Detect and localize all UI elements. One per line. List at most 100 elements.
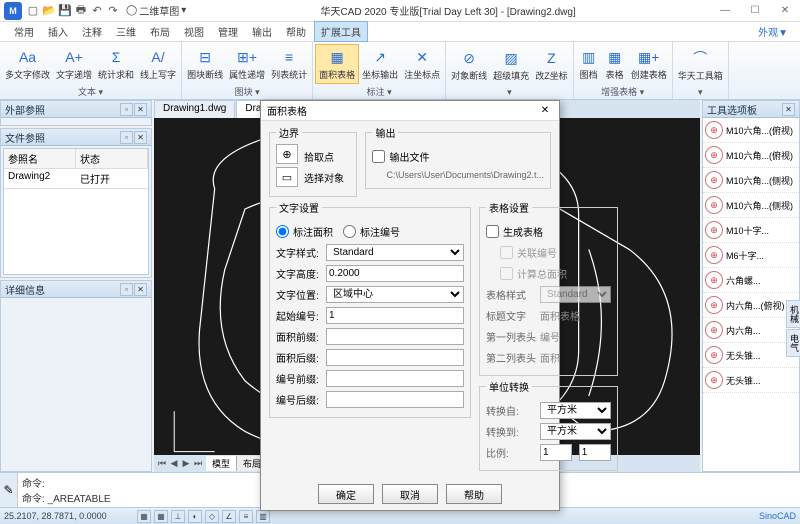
minimize-button[interactable]: — [710,0,740,22]
close-button[interactable]: ✕ [770,0,800,22]
menu-ext-tools[interactable]: 扩展工具 [314,21,368,42]
palette-item[interactable]: ⊕M10十字... [703,218,799,243]
panel-close-icon[interactable]: ✕ [134,131,147,144]
panel-btn[interactable]: ▫ [120,103,133,116]
ribbon-改Z坐标[interactable]: Z改Z坐标 [532,44,571,86]
osnap-toggle[interactable]: ◇ [205,510,219,523]
output-file-checkbox[interactable] [372,150,385,163]
panel-close-icon[interactable]: ✕ [134,283,147,296]
ribbon-列表统计[interactable]: ≡列表统计 [268,44,310,84]
dialog-close-icon[interactable]: ✕ [537,103,553,119]
ok-button[interactable]: 确定 [318,484,374,504]
palette-item[interactable]: ⊕内六角...(俯视) [703,293,799,318]
nav-first-icon[interactable]: ⏮ [156,458,168,469]
help-button[interactable]: 帮助 [446,484,502,504]
redo-icon[interactable]: ↷ [106,4,120,18]
label-area-radio[interactable] [276,225,289,238]
start-no-input[interactable] [326,307,464,324]
ratio-1-input[interactable] [540,444,572,461]
ribbon-线上写字[interactable]: A/线上写字 [137,44,179,84]
ribbon-属性递增[interactable]: ⊞+属性递增 [226,44,268,84]
menu-view[interactable]: 视图 [178,22,210,41]
palette-item[interactable]: ⊕M10六角...(俯视) [703,143,799,168]
print-icon[interactable]: 🖶 [74,4,88,18]
text-height-input[interactable] [326,265,464,282]
ribbon-对象断线[interactable]: ⊘对象断线 [448,44,490,86]
pick-point-button[interactable]: ⊕ [276,144,298,164]
ribbon-group-label[interactable]: 增强表格 ▾ [576,84,670,99]
nav-next-icon[interactable]: ▶ [180,458,192,469]
menu-layout[interactable]: 布局 [144,22,176,41]
ribbon-注坐标点[interactable]: ✕注坐标点 [401,44,443,84]
menu-annotate[interactable]: 注释 [76,22,108,41]
palette-item[interactable]: ⊕无头锥... [703,368,799,393]
ribbon-group-label[interactable]: 标注 ▾ [315,84,443,99]
palette-item[interactable]: ⊕M10六角...(侧视) [703,168,799,193]
doc-tab[interactable]: Drawing1.dwg [154,100,235,118]
text-style-select[interactable]: Standard [326,244,464,261]
vtab[interactable]: 机械 [786,300,800,328]
menu-home[interactable]: 常用 [8,22,40,41]
menu-manage[interactable]: 管理 [212,22,244,41]
panel-btn[interactable]: ▫ [120,283,133,296]
table-row[interactable]: Drawing2 已打开 [4,169,148,189]
ribbon-group-label[interactable]: 图块 ▾ [184,84,310,99]
area-suffix-input[interactable] [326,349,464,366]
ribbon-group-label[interactable]: ▾ [448,86,571,99]
ribbon-图档[interactable]: ▥图档 [576,44,602,84]
ribbon-坐标输出[interactable]: ↗坐标输出 [359,44,401,84]
ribbon-创建表格[interactable]: ▦+创建表格 [628,44,670,84]
layout-tab-model[interactable]: 模型 [206,456,237,471]
palette-item[interactable]: ⊕M10六角...(侧视) [703,193,799,218]
grid-toggle[interactable]: ▦ [154,510,168,523]
new-icon[interactable]: ▢ [26,4,40,18]
ribbon-图块断线[interactable]: ⊟图块断线 [184,44,226,84]
select-obj-button[interactable]: ▭ [276,167,298,187]
ribbon-超级填充[interactable]: ▨超级填充 [490,44,532,86]
palette-item[interactable]: ⊕六角螺... [703,268,799,293]
workspace-dropdown[interactable]: ◯二维草图▾ [126,3,186,18]
menu-3d[interactable]: 三维 [110,22,142,41]
palette-item[interactable]: ⊕内六角... [703,318,799,343]
no-suffix-input[interactable] [326,391,464,408]
text-pos-select[interactable]: 区域中心 [326,286,464,303]
nav-prev-icon[interactable]: ◀ [168,458,180,469]
panel-close-icon[interactable]: ✕ [134,103,147,116]
ribbon-面积表格[interactable]: ▦面积表格 [315,44,359,84]
panel-close-icon[interactable]: ✕ [782,103,795,116]
panel-btn[interactable]: ▫ [120,131,133,144]
ratio-2-input[interactable] [579,444,611,461]
no-prefix-input[interactable] [326,370,464,387]
area-prefix-input[interactable] [326,328,464,345]
otrack-toggle[interactable]: ∠ [222,510,236,523]
vtab[interactable]: 电气 [786,329,800,357]
palette-item[interactable]: ⊕M6十字... [703,243,799,268]
ribbon-group-label[interactable]: 文本 ▾ [2,84,179,99]
menu-insert[interactable]: 插入 [42,22,74,41]
model-toggle[interactable]: ▥ [256,510,270,523]
ribbon-多文字修改[interactable]: Aa多文字修改 [2,44,53,84]
conv-to-select[interactable]: 平方米 [540,423,611,440]
undo-icon[interactable]: ↶ [90,4,104,18]
open-icon[interactable]: 📂 [42,4,56,18]
menu-help[interactable]: 帮助 [280,22,312,41]
conv-from-select[interactable]: 平方米 [540,402,611,419]
appearance-dropdown[interactable]: 外观▼ [752,22,794,41]
label-no-radio[interactable] [343,225,356,238]
gen-table-checkbox[interactable] [486,225,499,238]
ortho-toggle[interactable]: ⊥ [171,510,185,523]
palette-item[interactable]: ⊕无头锥... [703,343,799,368]
maximize-button[interactable]: ☐ [740,0,770,22]
ribbon-文字递增[interactable]: A+文字递增 [53,44,95,84]
save-icon[interactable]: 💾 [58,4,72,18]
polar-toggle[interactable]: ◐ [188,510,202,523]
ribbon-group-label[interactable]: ▾ [675,86,726,99]
cancel-button[interactable]: 取消 [382,484,438,504]
menu-output[interactable]: 输出 [246,22,278,41]
ribbon-统计求和[interactable]: Σ统计求和 [95,44,137,84]
ribbon-华天工具箱[interactable]: ⌒华天工具箱 [675,44,726,86]
ribbon-表格[interactable]: ▦表格 [602,44,628,84]
snap-toggle[interactable]: ▦ [137,510,151,523]
col-status[interactable]: 状态 [76,149,148,169]
nav-last-icon[interactable]: ⏭ [192,458,204,469]
